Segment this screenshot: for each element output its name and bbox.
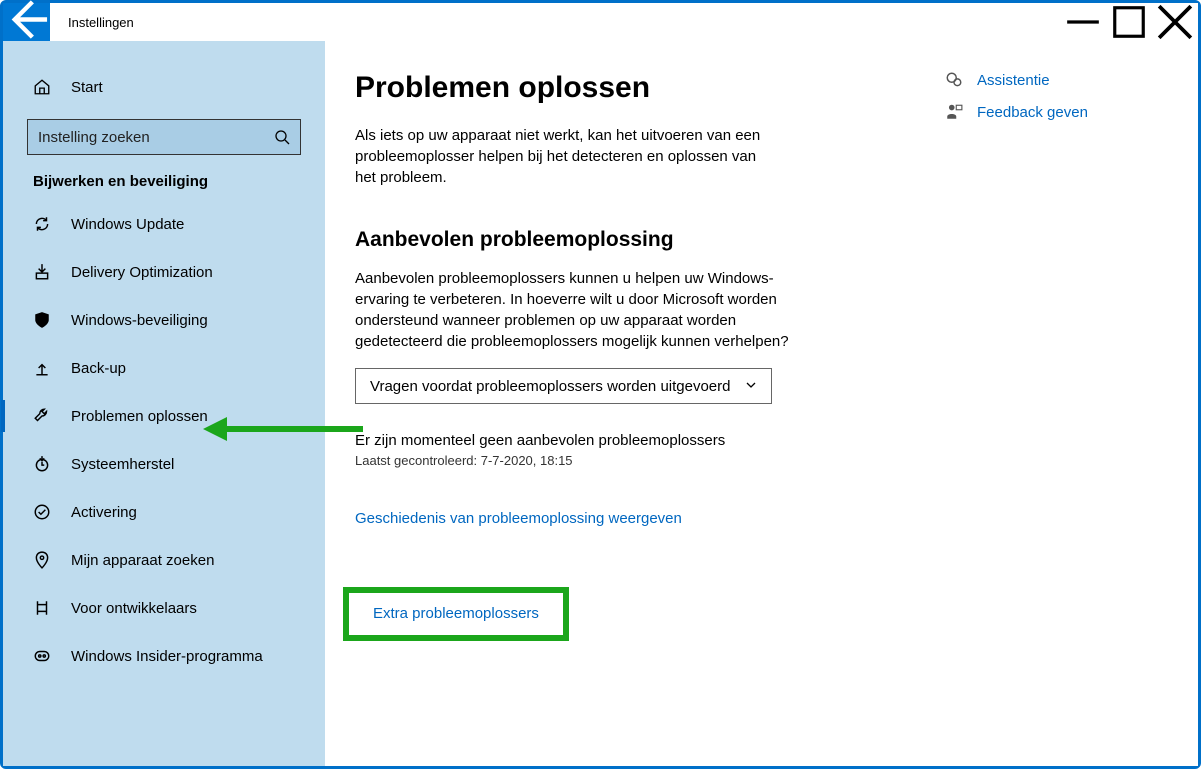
aside-feedback-label: Feedback geven [977,104,1088,121]
shield-icon [33,311,51,329]
page-title: Problemen oplossen [355,71,915,105]
sidebar-item-label: Delivery Optimization [71,264,213,281]
sidebar-item-find-my-device[interactable]: Mijn apparaat zoeken [3,536,325,584]
history-link[interactable]: Geschiedenis van probleemoplossing weerg… [355,510,682,527]
dropdown-value: Vragen voordat probleemoplossers worden … [370,378,731,395]
sidebar-item-activation[interactable]: Activering [3,488,325,536]
home-icon [33,78,51,96]
sidebar-item-label: Systeemherstel [71,456,174,473]
section-description: Aanbevolen probleemoplossers kunnen u he… [355,268,815,352]
section-title: Aanbevolen probleemoplossing [355,228,915,252]
search-box[interactable] [27,119,301,155]
sidebar-home[interactable]: Start [3,63,325,111]
intro-paragraph: Als iets op uw apparaat niet werkt, kan … [355,125,775,188]
titlebar: Instellingen [3,3,1198,41]
backup-icon [33,359,51,377]
recovery-icon [33,455,51,473]
location-icon [33,551,51,569]
aside-help-link[interactable]: Assistentie [945,71,1088,89]
feedback-icon [945,103,963,121]
sidebar-item-label: Voor ontwikkelaars [71,600,197,617]
sidebar-item-insider[interactable]: Windows Insider-programma [3,632,325,680]
sidebar-item-windows-update[interactable]: Windows Update [3,200,325,248]
sidebar-item-developers[interactable]: Voor ontwikkelaars [3,584,325,632]
help-icon [945,71,963,89]
sidebar-item-security[interactable]: Windows-beveiliging [3,296,325,344]
sidebar-item-label: Mijn apparaat zoeken [71,552,214,569]
sidebar-item-label: Windows Insider-programma [71,648,263,665]
minimize-button[interactable] [1060,3,1106,41]
sidebar-item-label: Windows-beveiliging [71,312,208,329]
sidebar-home-label: Start [71,79,103,96]
last-checked-text: Laatst gecontroleerd: 7-7-2020, 18:15 [355,453,915,468]
sidebar-item-troubleshoot[interactable]: Problemen oplossen [3,392,325,440]
sync-icon [33,215,51,233]
aside-help-label: Assistentie [977,72,1050,89]
main: Problemen oplossen Als iets op uw appara… [325,41,1198,766]
sidebar-item-label: Problemen oplossen [71,408,208,425]
app-title: Instellingen [68,15,134,30]
check-circle-icon [33,503,51,521]
troubleshoot-preference-dropdown[interactable]: Vragen voordat probleemoplossers worden … [355,368,772,404]
sidebar-item-recovery[interactable]: Systeemherstel [3,440,325,488]
sidebar-item-backup[interactable]: Back-up [3,344,325,392]
search-icon [274,129,290,145]
maximize-button[interactable] [1106,3,1152,41]
back-button[interactable] [3,3,50,41]
sidebar-item-label: Activering [71,504,137,521]
no-troubleshooters-text: Er zijn momenteel geen aanbevolen proble… [355,432,915,449]
search-input[interactable] [38,129,274,146]
aside-feedback-link[interactable]: Feedback geven [945,103,1088,121]
wrench-icon [33,407,51,425]
sidebar-item-label: Windows Update [71,216,184,233]
sidebar-item-delivery-optimization[interactable]: Delivery Optimization [3,248,325,296]
close-button[interactable] [1152,3,1198,41]
chevron-down-icon [745,379,757,394]
sidebar: Start Bijwerken en beveiliging Windows U… [3,41,325,766]
insider-icon [33,647,51,665]
highlight-box: Extra probleemoplossers [343,587,569,641]
sidebar-item-label: Back-up [71,360,126,377]
extra-troubleshooters-link[interactable]: Extra probleemoplossers [373,605,539,622]
developers-icon [33,599,51,617]
sidebar-section-title: Bijwerken en beveiliging [3,173,325,190]
delivery-icon [33,263,51,281]
aside: Assistentie Feedback geven [945,71,1088,766]
